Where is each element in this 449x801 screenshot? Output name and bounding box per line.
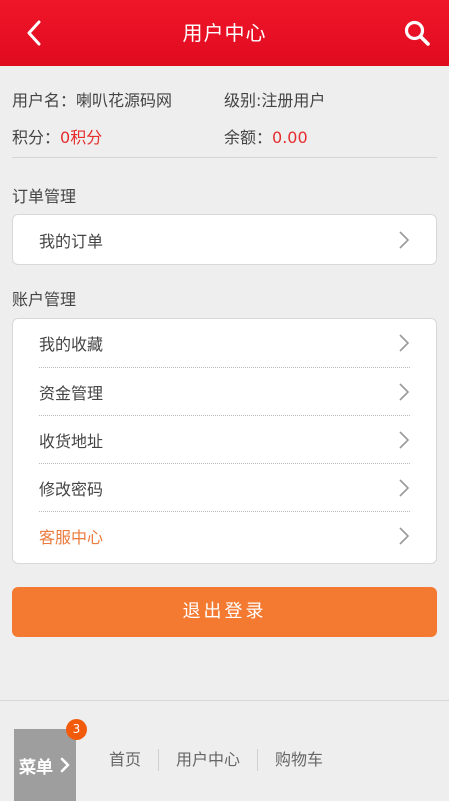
balance-value: 0.00: [272, 128, 308, 147]
chevron-right-icon: [399, 383, 410, 401]
menu-item-my-orders[interactable]: 我的订单: [39, 215, 410, 264]
balance-label: 余额：: [224, 128, 273, 147]
level-label: 级别:: [224, 91, 262, 110]
menu-button[interactable]: 菜单: [14, 729, 76, 801]
footer-nav: 首页 用户中心 购物车: [92, 747, 340, 773]
username-row: 用户名：喇叭花源码网: [12, 89, 172, 113]
app-header: 用户中心: [0, 0, 449, 66]
menu-badge: 3: [66, 719, 87, 740]
order-card: 我的订单: [12, 214, 437, 265]
points-value: 0积分: [60, 128, 103, 147]
username-label: 用户名：: [12, 91, 77, 110]
chevron-right-icon: [399, 527, 410, 545]
chevron-right-icon: [399, 231, 410, 249]
nav-link-user-center[interactable]: 用户中心: [158, 749, 257, 771]
bottom-bar: 菜单 3 首页 用户中心 购物车: [0, 700, 449, 801]
menu-item-change-password[interactable]: 修改密码: [39, 463, 410, 511]
account-section-title: 账户管理: [12, 290, 77, 309]
menu-item-label: 资金管理: [39, 383, 104, 403]
points-row: 积分：0积分: [12, 126, 102, 150]
search-button[interactable]: [401, 17, 433, 49]
username-value: 喇叭花源码网: [76, 91, 173, 110]
menu-item-favorites[interactable]: 我的收藏: [39, 319, 410, 367]
logout-button[interactable]: 退出登录: [12, 587, 437, 637]
menu-item-funds[interactable]: 资金管理: [39, 367, 410, 415]
menu-item-label: 修改密码: [39, 479, 104, 499]
level-value: 注册用户: [261, 91, 326, 110]
chevron-right-icon: [399, 334, 410, 352]
balance-row: 余额：0.00: [224, 126, 308, 150]
menu-item-label: 我的订单: [39, 231, 104, 251]
points-label: 积分：: [12, 128, 61, 147]
order-section-title: 订单管理: [12, 187, 77, 206]
chevron-right-icon: [399, 479, 410, 497]
menu-item-label: 我的收藏: [39, 335, 104, 354]
page-title: 用户中心: [182, 21, 267, 45]
search-icon: [404, 20, 430, 46]
chevron-right-icon: [399, 431, 410, 449]
level-row: 级别:注册用户: [224, 89, 325, 113]
account-card: 我的收藏 资金管理 收货地址 修改密码 客服中心: [12, 318, 437, 564]
menu-item-label: 客服中心: [39, 527, 104, 547]
nav-link-cart[interactable]: 购物车: [257, 749, 340, 771]
nav-link-home[interactable]: 首页: [92, 749, 158, 771]
profile-info: 用户名：喇叭花源码网 级别:注册用户 积分：0积分 余额：0.00: [12, 82, 437, 158]
menu-button-label: 菜单: [19, 757, 53, 778]
menu-item-customer-service[interactable]: 客服中心: [39, 511, 410, 559]
menu-item-address[interactable]: 收货地址: [39, 415, 410, 463]
menu-item-label: 收货地址: [39, 431, 104, 451]
chevron-right-icon: [60, 757, 70, 773]
